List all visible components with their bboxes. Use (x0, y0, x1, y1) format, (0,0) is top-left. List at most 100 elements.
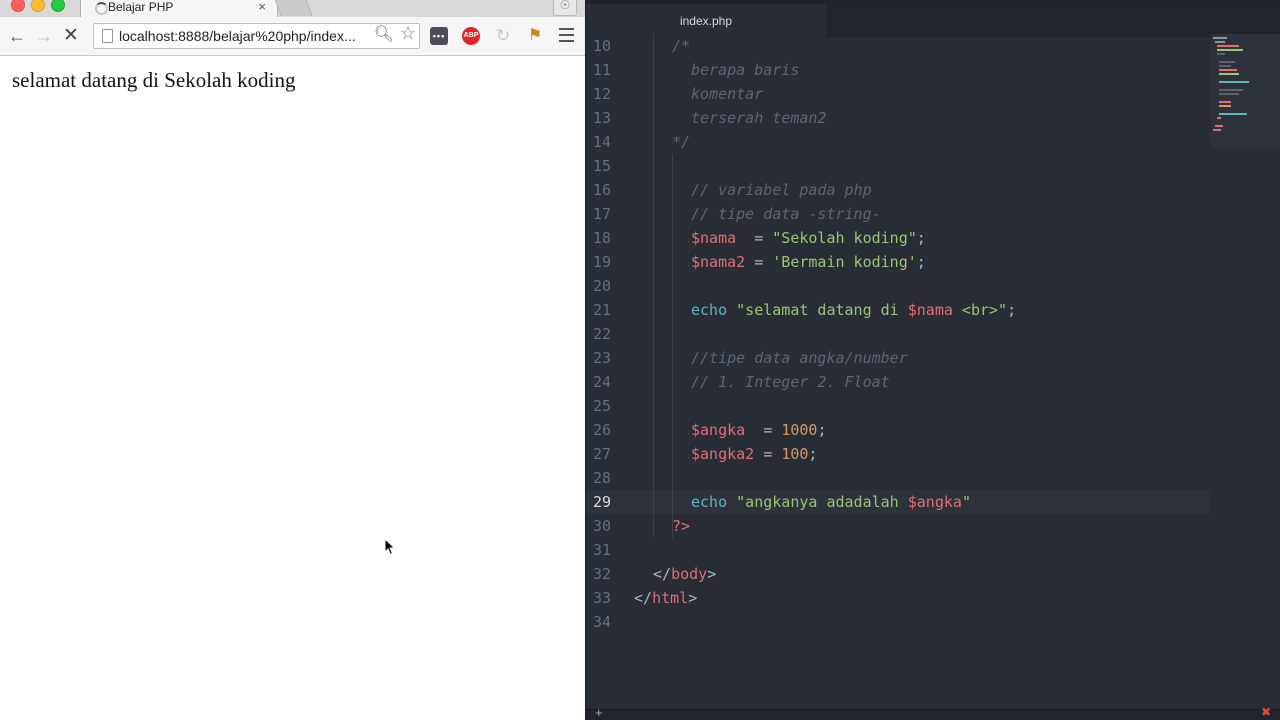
minimap-line (1217, 45, 1239, 47)
editor-tab-index-php[interactable]: index.php (586, 4, 826, 38)
mouse-cursor-icon (384, 538, 396, 556)
extension-dots-icon[interactable]: ••• (430, 27, 448, 45)
indent-guide (653, 34, 654, 538)
line-number: 19 (592, 253, 611, 271)
url-text[interactable]: localhost:8888/belajar%20php/index... (119, 28, 356, 44)
zoom-window-button[interactable] (51, 0, 65, 12)
hamburger-menu-icon[interactable] (559, 28, 574, 42)
code-line[interactable]: 25 (586, 394, 1211, 418)
code-line[interactable]: 30 ?> (586, 514, 1211, 538)
close-window-button[interactable] (11, 0, 25, 12)
flag-extension-icon[interactable]: ⚑ (526, 27, 544, 45)
line-number: 21 (592, 301, 611, 319)
minimap[interactable] (1211, 34, 1280, 149)
code-token: ; (808, 445, 818, 463)
zoom-icon[interactable]: 🔍︎ (374, 24, 394, 44)
code-token: $angka (907, 493, 962, 511)
code-line[interactable]: 21 echo "selamat datang di $nama <br>"; (586, 298, 1211, 322)
minimap-line (1217, 53, 1225, 55)
code-line[interactable]: 18 $nama = "Sekolah koding"; (586, 226, 1211, 250)
code-line[interactable]: 16 // variabel pada php (586, 178, 1211, 202)
minimap-line (1217, 117, 1221, 119)
code-token: $nama2 (691, 253, 746, 271)
code-line[interactable]: 13 terserah teman2 (586, 106, 1211, 130)
code-token: // variabel pada php (691, 181, 872, 199)
page-viewport: selamat datang di Sekolah koding (0, 56, 585, 720)
code-line[interactable]: 24 // 1. Integer 2. Float (586, 370, 1211, 394)
code-line[interactable]: 20 (586, 274, 1211, 298)
minimap-line (1219, 105, 1231, 107)
browser-window: Belajar PHP × ☉ ← → ✕ localhost:8888/bel… (0, 0, 585, 720)
browser-tab-active[interactable]: Belajar PHP × (80, 0, 278, 18)
bookmark-star-icon[interactable]: ☆ (400, 23, 416, 44)
code-text: </body> (653, 562, 716, 586)
minimap-line (1219, 113, 1247, 115)
adblock-plus-icon[interactable]: ABP (462, 27, 480, 45)
code-line[interactable]: 32 </body> (586, 562, 1211, 586)
code-token: 1000 (781, 421, 818, 439)
minimap-line (1219, 61, 1235, 63)
code-token: $angka2 (691, 445, 755, 463)
profile-icon[interactable]: ☉ (553, 0, 577, 16)
line-number: 26 (592, 421, 611, 439)
code-token: */ (672, 133, 691, 151)
new-tab-button[interactable] (273, 0, 313, 16)
code-line[interactable]: 26 $angka = 1000; (586, 418, 1211, 442)
tab-close-icon[interactable]: × (258, 0, 266, 14)
code-text: $nama2 = 'Bermain koding'; (691, 250, 926, 274)
code-line[interactable]: 17 // tipe data -string- (586, 202, 1211, 226)
line-number: 25 (592, 397, 611, 415)
code-token: $nama (907, 301, 953, 319)
code-line[interactable]: 15 (586, 154, 1211, 178)
code-line[interactable]: 28 (586, 466, 1211, 490)
code-line[interactable]: 19 $nama2 = 'Bermain koding'; (586, 250, 1211, 274)
code-token: ; (817, 421, 827, 439)
code-text: berapa baris (691, 58, 799, 82)
code-line[interactable]: 31 (586, 538, 1211, 562)
code-token: $angka (691, 421, 746, 439)
code-token: ; (1007, 301, 1017, 319)
address-bar[interactable]: localhost:8888/belajar%20php/index... 🔍︎… (93, 23, 420, 49)
minimap-line (1219, 101, 1231, 103)
code-text: // tipe data -string- (691, 202, 881, 226)
code-text: terserah teman2 (691, 106, 826, 130)
code-area[interactable]: 10 /* 11 berapa baris 12 komentar 13 terserah t… (586, 34, 1211, 710)
minimap-line (1219, 69, 1237, 71)
code-line[interactable]: 12 komentar (586, 82, 1211, 106)
code-text: // variabel pada php (691, 178, 872, 202)
code-token: = (745, 253, 773, 271)
code-line[interactable]: 33 </html> (586, 586, 1211, 610)
minimap-line (1219, 73, 1239, 75)
line-number: 17 (592, 205, 611, 223)
code-line[interactable]: 11 berapa baris (586, 58, 1211, 82)
code-text: $angka2 = 100; (691, 442, 817, 466)
code-line[interactable]: 14 */ (586, 130, 1211, 154)
error-indicator-icon[interactable]: ✖ (1261, 705, 1271, 719)
code-token: // 1. Integer 2. Float (691, 373, 890, 391)
add-panel-button[interactable]: + (595, 705, 603, 720)
code-line[interactable]: 22 (586, 322, 1211, 346)
minimap-line (1213, 37, 1227, 39)
code-text: komentar (691, 82, 763, 106)
minimize-window-button[interactable] (31, 0, 45, 12)
forward-button[interactable]: → (35, 24, 53, 48)
minimap-line (1219, 65, 1231, 67)
back-button[interactable]: ← (8, 24, 26, 48)
line-number: 32 (592, 565, 611, 583)
code-line[interactable]: 27 $angka2 = 100; (586, 442, 1211, 466)
code-line[interactable]: 34 (586, 610, 1211, 634)
code-token: //tipe data angka/number (691, 349, 908, 367)
browser-toolbar: ← → ✕ localhost:8888/belajar%20php/index… (0, 17, 585, 56)
line-number: 33 (592, 589, 611, 607)
line-number: 18 (592, 229, 611, 247)
code-token: </ (634, 589, 653, 607)
reload-extension-icon[interactable]: ↻ (494, 27, 512, 45)
code-token: 'Bermain koding' (772, 253, 917, 271)
code-token: echo (691, 301, 728, 319)
line-number: 23 (592, 349, 611, 367)
page-icon (102, 29, 113, 43)
code-line[interactable]: 23 //tipe data angka/number (586, 346, 1211, 370)
code-line[interactable]: 10 /* (586, 34, 1211, 58)
code-line[interactable]: 29 echo "angkanya adadalah $angka" (586, 490, 1211, 514)
stop-loading-button[interactable]: ✕ (63, 24, 79, 48)
